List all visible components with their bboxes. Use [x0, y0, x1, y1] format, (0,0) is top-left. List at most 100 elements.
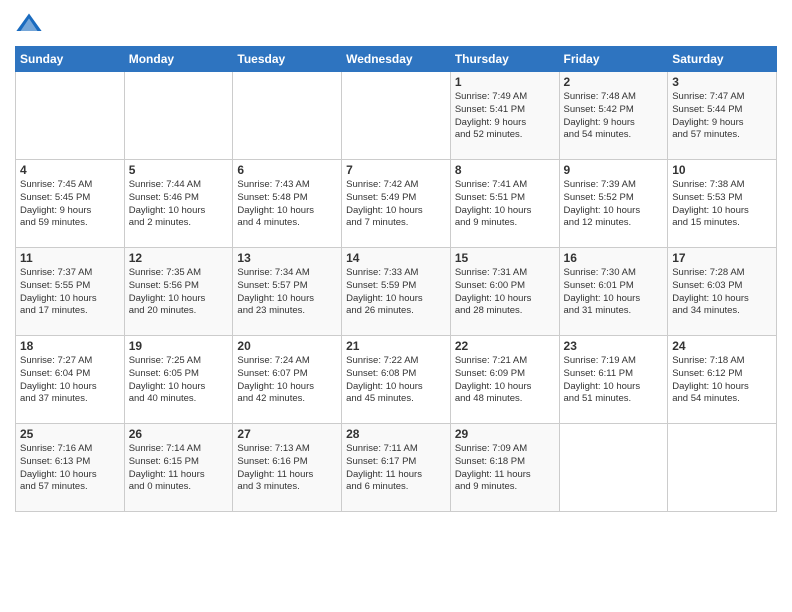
day-number: 12 [129, 251, 229, 265]
calendar-cell: 3 Sunrise: 7:47 AM Sunset: 5:44 PM Daylig… [668, 72, 777, 160]
calendar-cell [16, 72, 125, 160]
day-info: Sunrise: 7:13 AM Sunset: 6:16 PM Dayligh… [237, 443, 337, 494]
weekday-header-row: SundayMondayTuesdayWednesdayThursdayFrid… [16, 47, 777, 72]
day-info: Sunrise: 7:22 AM Sunset: 6:08 PM Dayligh… [346, 355, 446, 406]
day-info: Sunrise: 7:38 AM Sunset: 5:53 PM Dayligh… [672, 179, 772, 230]
day-info: Sunrise: 7:21 AM Sunset: 6:09 PM Dayligh… [455, 355, 555, 406]
day-number: 13 [237, 251, 337, 265]
day-info: Sunrise: 7:44 AM Sunset: 5:46 PM Dayligh… [129, 179, 229, 230]
calendar-cell: 5 Sunrise: 7:44 AM Sunset: 5:46 PM Daylig… [124, 160, 233, 248]
day-number: 14 [346, 251, 446, 265]
day-info: Sunrise: 7:19 AM Sunset: 6:11 PM Dayligh… [564, 355, 664, 406]
day-info: Sunrise: 7:47 AM Sunset: 5:44 PM Dayligh… [672, 91, 772, 142]
calendar-cell: 23 Sunrise: 7:19 AM Sunset: 6:11 PM Dayli… [559, 336, 668, 424]
day-info: Sunrise: 7:27 AM Sunset: 6:04 PM Dayligh… [20, 355, 120, 406]
weekday-header-tuesday: Tuesday [233, 47, 342, 72]
day-info: Sunrise: 7:42 AM Sunset: 5:49 PM Dayligh… [346, 179, 446, 230]
calendar-cell: 21Sunrise: 7:22 AM Sunset: 6:08 PM Dayli… [342, 336, 451, 424]
calendar-cell: 17Sunrise: 7:28 AM Sunset: 6:03 PM Dayli… [668, 248, 777, 336]
day-info: Sunrise: 7:45 AM Sunset: 5:45 PM Dayligh… [20, 179, 120, 230]
day-info: Sunrise: 7:37 AM Sunset: 5:55 PM Dayligh… [20, 267, 120, 318]
day-info: Sunrise: 7:33 AM Sunset: 5:59 PM Dayligh… [346, 267, 446, 318]
day-number: 16 [564, 251, 664, 265]
day-number: 28 [346, 427, 446, 441]
weekday-header-thursday: Thursday [450, 47, 559, 72]
calendar-cell: 13 Sunrise: 7:34 AM Sunset: 5:57 PM Dayli… [233, 248, 342, 336]
header [15, 10, 777, 38]
calendar-cell: 2 Sunrise: 7:48 AM Sunset: 5:42 PM Daylig… [559, 72, 668, 160]
day-number: 18 [20, 339, 120, 353]
day-number: 10 [672, 163, 772, 177]
calendar-cell: 6 Sunrise: 7:43 AM Sunset: 5:48 PM Daylig… [233, 160, 342, 248]
calendar-cell: 26Sunrise: 7:14 AM Sunset: 6:15 PM Dayli… [124, 424, 233, 512]
calendar-cell: 22 Sunrise: 7:21 AM Sunset: 6:09 PM Dayli… [450, 336, 559, 424]
calendar-cell: 27Sunrise: 7:13 AM Sunset: 6:16 PM Dayli… [233, 424, 342, 512]
calendar-cell: 11 Sunrise: 7:37 AM Sunset: 5:55 PM Dayli… [16, 248, 125, 336]
calendar-cell: 25Sunrise: 7:16 AM Sunset: 6:13 PM Dayli… [16, 424, 125, 512]
calendar-cell: 18 Sunrise: 7:27 AM Sunset: 6:04 PM Dayli… [16, 336, 125, 424]
day-number: 20 [237, 339, 337, 353]
calendar-cell: 4 Sunrise: 7:45 AM Sunset: 5:45 PM Daylig… [16, 160, 125, 248]
day-number: 4 [20, 163, 120, 177]
day-number: 3 [672, 75, 772, 89]
calendar-cell: 12 Sunrise: 7:35 AM Sunset: 5:56 PM Dayli… [124, 248, 233, 336]
day-number: 5 [129, 163, 229, 177]
weekday-header-wednesday: Wednesday [342, 47, 451, 72]
page: SundayMondayTuesdayWednesdayThursdayFrid… [0, 0, 792, 612]
day-number: 22 [455, 339, 555, 353]
day-number: 17 [672, 251, 772, 265]
calendar-cell: 7 Sunrise: 7:42 AM Sunset: 5:49 PM Daylig… [342, 160, 451, 248]
day-info: Sunrise: 7:30 AM Sunset: 6:01 PM Dayligh… [564, 267, 664, 318]
calendar-cell: 28 Sunrise: 7:11 AM Sunset: 6:17 PM Dayli… [342, 424, 451, 512]
day-number: 1 [455, 75, 555, 89]
day-info: Sunrise: 7:34 AM Sunset: 5:57 PM Dayligh… [237, 267, 337, 318]
weekday-header-saturday: Saturday [668, 47, 777, 72]
calendar-cell: 20 Sunrise: 7:24 AM Sunset: 6:07 PM Dayli… [233, 336, 342, 424]
day-info: Sunrise: 7:49 AM Sunset: 5:41 PM Dayligh… [455, 91, 555, 142]
day-info: Sunrise: 7:11 AM Sunset: 6:17 PM Dayligh… [346, 443, 446, 494]
calendar-week-row: 1 Sunrise: 7:49 AM Sunset: 5:41 PM Daylig… [16, 72, 777, 160]
day-number: 19 [129, 339, 229, 353]
day-number: 23 [564, 339, 664, 353]
calendar-week-row: 18 Sunrise: 7:27 AM Sunset: 6:04 PM Dayli… [16, 336, 777, 424]
day-number: 29 [455, 427, 555, 441]
day-info: Sunrise: 7:31 AM Sunset: 6:00 PM Dayligh… [455, 267, 555, 318]
day-info: Sunrise: 7:43 AM Sunset: 5:48 PM Dayligh… [237, 179, 337, 230]
calendar-cell [668, 424, 777, 512]
calendar-cell: 1 Sunrise: 7:49 AM Sunset: 5:41 PM Daylig… [450, 72, 559, 160]
day-number: 15 [455, 251, 555, 265]
calendar-cell: 15 Sunrise: 7:31 AM Sunset: 6:00 PM Dayli… [450, 248, 559, 336]
weekday-header-sunday: Sunday [16, 47, 125, 72]
calendar-cell: 16 Sunrise: 7:30 AM Sunset: 6:01 PM Dayli… [559, 248, 668, 336]
calendar-cell [342, 72, 451, 160]
day-info: Sunrise: 7:14 AM Sunset: 6:15 PM Dayligh… [129, 443, 229, 494]
day-info: Sunrise: 7:24 AM Sunset: 6:07 PM Dayligh… [237, 355, 337, 406]
calendar-cell [233, 72, 342, 160]
day-number: 25 [20, 427, 120, 441]
day-info: Sunrise: 7:25 AM Sunset: 6:05 PM Dayligh… [129, 355, 229, 406]
logo-icon [15, 10, 43, 38]
day-number: 2 [564, 75, 664, 89]
logo [15, 10, 47, 38]
calendar-cell [124, 72, 233, 160]
day-number: 11 [20, 251, 120, 265]
calendar-cell: 24 Sunrise: 7:18 AM Sunset: 6:12 PM Dayli… [668, 336, 777, 424]
calendar-cell: 8Sunrise: 7:41 AM Sunset: 5:51 PM Daylig… [450, 160, 559, 248]
day-info: Sunrise: 7:18 AM Sunset: 6:12 PM Dayligh… [672, 355, 772, 406]
day-number: 24 [672, 339, 772, 353]
calendar-week-row: 25Sunrise: 7:16 AM Sunset: 6:13 PM Dayli… [16, 424, 777, 512]
day-number: 7 [346, 163, 446, 177]
day-info: Sunrise: 7:39 AM Sunset: 5:52 PM Dayligh… [564, 179, 664, 230]
weekday-header-monday: Monday [124, 47, 233, 72]
calendar-cell: 19 Sunrise: 7:25 AM Sunset: 6:05 PM Dayli… [124, 336, 233, 424]
calendar-week-row: 11 Sunrise: 7:37 AM Sunset: 5:55 PM Dayli… [16, 248, 777, 336]
calendar-table: SundayMondayTuesdayWednesdayThursdayFrid… [15, 46, 777, 512]
day-number: 8 [455, 163, 555, 177]
calendar-cell: 10 Sunrise: 7:38 AM Sunset: 5:53 PM Dayli… [668, 160, 777, 248]
day-info: Sunrise: 7:48 AM Sunset: 5:42 PM Dayligh… [564, 91, 664, 142]
day-info: Sunrise: 7:35 AM Sunset: 5:56 PM Dayligh… [129, 267, 229, 318]
calendar-cell [559, 424, 668, 512]
day-info: Sunrise: 7:09 AM Sunset: 6:18 PM Dayligh… [455, 443, 555, 494]
calendar-cell: 29 Sunrise: 7:09 AM Sunset: 6:18 PM Dayli… [450, 424, 559, 512]
day-number: 6 [237, 163, 337, 177]
